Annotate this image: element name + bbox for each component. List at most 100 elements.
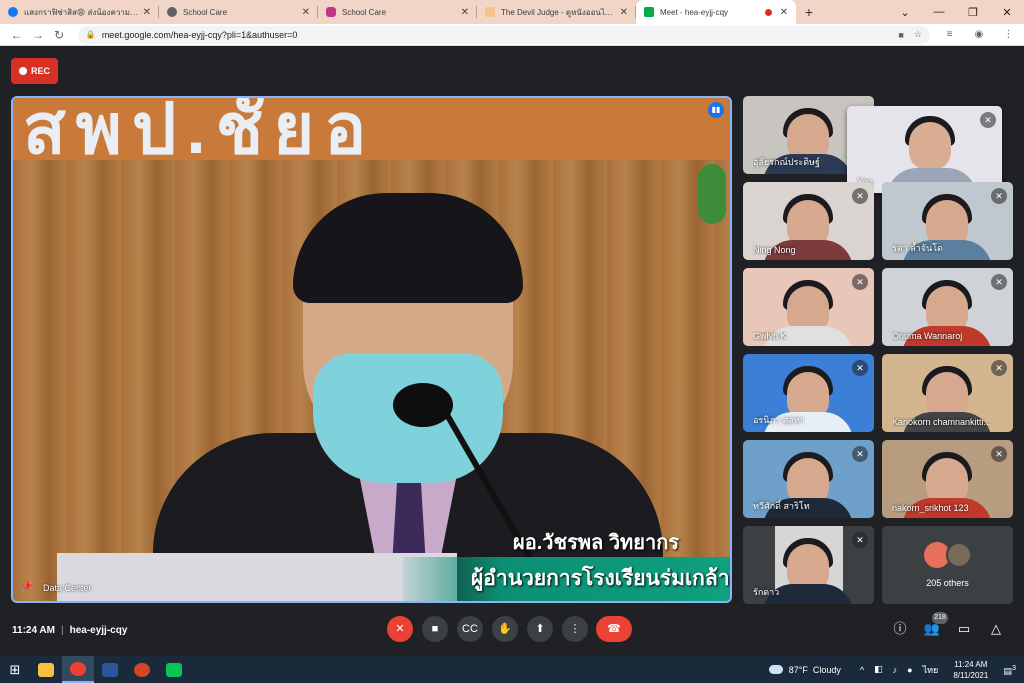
meet-icon — [644, 7, 654, 17]
participant-tile[interactable]: Onuma Wannaroj ✕ — [882, 268, 1013, 346]
minimize-button[interactable]: — — [922, 6, 956, 18]
bookmark-star-icon[interactable]: ☆ — [914, 29, 922, 40]
others-count-label: 205 others — [926, 578, 969, 588]
browser-tab-school-care-1[interactable]: School Care ✕ — [159, 0, 318, 24]
close-tab-icon[interactable]: ✕ — [302, 7, 310, 18]
captions-button[interactable]: CC — [457, 616, 483, 642]
mic-off-icon: ✕ — [852, 360, 868, 376]
weather-widget[interactable]: 87°F Cloudy — [768, 664, 841, 675]
tile-name: Kanokorn chamnankitti... — [892, 417, 992, 427]
network-icon[interactable]: ◧ — [874, 664, 883, 675]
participant-tile[interactable]: Gwlyn K ✕ — [743, 268, 874, 346]
tile-name: nakorn_srikhot 123 — [892, 503, 969, 513]
profile-avatar[interactable]: ◉ — [969, 29, 988, 40]
participant-tile[interactable]: รักดาว ✕ — [743, 526, 874, 604]
tab-label: School Care — [342, 7, 387, 17]
weather-text: Cloudy — [812, 664, 841, 675]
participant-tile[interactable]: Kanokorn chamnankitti... ✕ — [882, 354, 1013, 432]
more-options-button[interactable]: ⋮ — [562, 616, 588, 642]
address-bar: ← → ↻ 🔒 meet.google.com/hea-eyjj-cqy?pli… — [0, 24, 1024, 46]
self-view-tile[interactable]: You ✕ — [847, 106, 1002, 193]
meet-control-bar: 11:24 AM | hea-eyjj-cqy ✕ ■ CC ✋ ⬆ ⋮ ☎ ⓘ 2… — [0, 612, 1024, 656]
close-tab-icon[interactable]: ✕ — [461, 7, 469, 18]
close-tab-icon[interactable]: ✕ — [620, 7, 628, 18]
system-tray: 87°F Cloudy ^ ◧ ♪ ● ไทย 11:24 AM 8/11/20… — [768, 656, 1024, 683]
present-button[interactable]: ⬆ — [527, 616, 553, 642]
notifications-icon[interactable]: ▤3 — [1003, 663, 1016, 677]
camera-icon[interactable]: ■ — [898, 30, 903, 40]
microphone-tray-icon[interactable]: ● — [907, 665, 912, 675]
chat-icon[interactable]: ▭ — [953, 618, 975, 640]
browser-tab-school-care-2[interactable]: School Care ✕ — [318, 0, 477, 24]
menu-icon[interactable]: ⋮ — [999, 29, 1018, 40]
mic-off-icon: ✕ — [852, 274, 868, 290]
close-tab-icon[interactable]: ✕ — [143, 7, 151, 18]
restore-button[interactable]: ❐ — [956, 6, 990, 19]
raise-hand-button[interactable]: ✋ — [492, 616, 518, 642]
people-icon[interactable]: 👥 — [921, 618, 943, 640]
forward-icon[interactable]: → — [27, 28, 48, 42]
back-icon[interactable]: ← — [6, 28, 27, 42]
chevron-up-icon[interactable]: ^ — [860, 665, 864, 675]
browser-tab-strip: แสงกราฟิช่าสิส😩 ส่งน้องความเจ็บ 🙊 ซี ✕ S… — [0, 0, 1024, 24]
tile-name: อุลัยรกณ์ประดิษฐ์ — [753, 157, 820, 167]
tile-name: Gwlyn K — [753, 331, 787, 341]
browser-tab-devil-judge[interactable]: The Devil Judge - ดูหนังออนไลน์ HD ✕ — [477, 0, 636, 24]
caption-title: ผู้อำนวยการโรงเรียนร่มเกล้า 2 — [471, 567, 732, 590]
reload-icon[interactable]: ↻ — [49, 28, 70, 42]
participant-tile[interactable]: รดา ล้ำจันโด ✕ — [882, 182, 1013, 260]
tab-search-icon[interactable]: ⌄ — [888, 6, 922, 19]
speaker-icon[interactable]: ♪ — [893, 665, 898, 675]
temperature: 87°F — [788, 664, 808, 675]
rec-label: REC — [30, 66, 50, 76]
emblem-icon — [698, 164, 726, 224]
tile-name: Ning Nong — [753, 245, 796, 255]
caption-name: ผอ.วัชรพล วิทยากร — [513, 532, 680, 554]
tab-label: School Care — [183, 7, 228, 17]
meeting-code: hea-eyjj-cqy — [69, 625, 128, 636]
close-window-button[interactable]: ✕ — [990, 6, 1024, 19]
laptop — [57, 553, 457, 601]
browser-tab-meet[interactable]: Meet - hea-eyjj-cqy ✕ — [636, 0, 796, 24]
word-icon[interactable] — [94, 656, 126, 683]
participant-tile[interactable]: อรนิภา สุลทา ✕ — [743, 354, 874, 432]
lock-icon[interactable]: 🔒 — [86, 30, 96, 39]
system-clock[interactable]: 11:24 AM 8/11/2021 — [953, 659, 988, 681]
tile-name: ทวีศักดิ์ สาริโท — [753, 501, 810, 511]
powerpoint-icon[interactable] — [126, 656, 158, 683]
file-explorer-icon[interactable] — [30, 656, 62, 683]
clock-date: 8/11/2021 — [953, 670, 989, 680]
line-icon[interactable] — [158, 656, 190, 683]
reading-list-icon[interactable]: ≡ — [940, 29, 959, 40]
url-input[interactable]: 🔒 meet.google.com/hea-eyjj-cqy?pli=1&aut… — [77, 25, 930, 44]
activities-icon[interactable]: △ — [985, 618, 1007, 640]
mic-off-icon: ✕ — [980, 112, 996, 128]
participant-tile[interactable]: nakorn_srikhot 123 ✕ — [882, 440, 1013, 518]
info-icon[interactable]: ⓘ — [889, 618, 911, 640]
tile-name: รักดาว — [753, 587, 780, 597]
main-video[interactable]: สพป.ชัยอ ผอ.วัชรพล วิทยากร ผู้อำนวยการโร… — [11, 96, 732, 603]
participant-name: Data Center — [43, 583, 92, 593]
participant-tile[interactable]: Ning Nong ✕ — [743, 182, 874, 260]
globe-icon — [167, 7, 177, 17]
new-tab-button[interactable]: + — [796, 0, 822, 24]
bookmark-icon — [485, 7, 495, 17]
language-indicator[interactable]: ไทย — [923, 663, 939, 677]
leave-call-button[interactable]: ☎ — [596, 616, 632, 642]
recording-badge: REC — [11, 58, 58, 84]
others-tile[interactable]: 205 others — [882, 526, 1013, 604]
participant-tile[interactable]: ทวีศักดิ์ สาริโท ✕ — [743, 440, 874, 518]
chrome-icon[interactable] — [62, 656, 94, 683]
mic-off-icon: ✕ — [991, 188, 1007, 204]
microphone-icon — [393, 383, 453, 427]
clock-time: 11:24 AM — [954, 659, 988, 669]
browser-tab-facebook[interactable]: แสงกราฟิช่าสิส😩 ส่งน้องความเจ็บ 🙊 ซี ✕ — [0, 0, 159, 24]
mic-off-icon: ✕ — [991, 274, 1007, 290]
mic-off-icon: ✕ — [852, 188, 868, 204]
camera-button[interactable]: ■ — [422, 616, 448, 642]
close-tab-icon[interactable]: ✕ — [780, 7, 788, 18]
speaking-indicator-icon: ▮▮ — [708, 102, 724, 118]
pin-icon[interactable]: 📌 — [20, 580, 34, 593]
mic-off-button[interactable]: ✕ — [387, 616, 413, 642]
windows-start-icon[interactable]: ⊞ — [0, 662, 30, 678]
